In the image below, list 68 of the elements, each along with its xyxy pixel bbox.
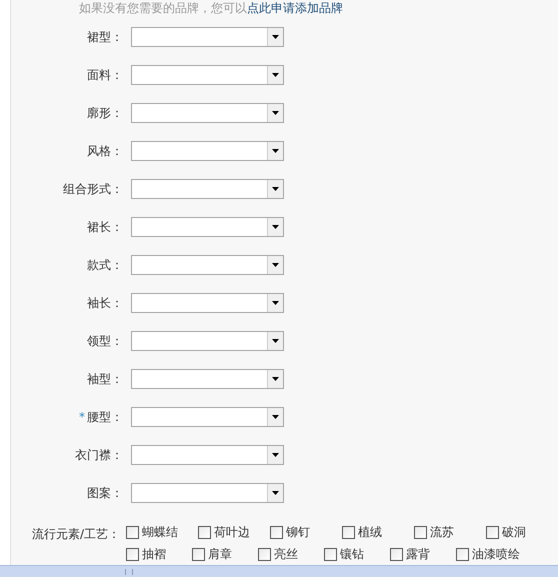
field-label: 面料：: [87, 67, 123, 84]
checkbox[interactable]: [342, 526, 355, 538]
trends-label: 流行元素/工艺：: [32, 526, 120, 543]
checkbox-label: 亮丝: [274, 546, 298, 563]
horizontal-scrollbar[interactable]: [0, 565, 558, 577]
select-field[interactable]: [131, 369, 284, 389]
select-field[interactable]: [131, 103, 284, 123]
select-field[interactable]: [131, 293, 284, 313]
select-field[interactable]: [131, 483, 284, 503]
field-label: 组合形式：: [63, 181, 123, 198]
checkbox-label: 抽褶: [142, 546, 166, 563]
field-label: 裙型：: [87, 29, 123, 46]
dropdown-icon: [267, 370, 283, 388]
dropdown-icon: [267, 28, 283, 46]
field-label: 衣门襟：: [75, 447, 123, 464]
checkbox-label: 蝴蝶结: [142, 524, 178, 541]
field-label: 腰型：: [87, 409, 123, 426]
checkbox-label: 破洞: [502, 524, 526, 541]
checkbox-label: 植绒: [358, 524, 382, 541]
dropdown-icon: [267, 218, 283, 236]
checkbox[interactable]: [126, 526, 139, 538]
hint-text: 如果没有您需要的品牌，您可以点此申请添加品牌: [79, 1, 343, 15]
dropdown-icon: [267, 66, 283, 84]
dropdown-icon: [267, 294, 283, 312]
select-field[interactable]: [131, 65, 284, 85]
select-field[interactable]: [131, 27, 284, 47]
select-field[interactable]: [131, 255, 284, 275]
checkbox-label: 铆钉: [286, 524, 310, 541]
checkbox[interactable]: [198, 526, 211, 538]
dropdown-icon: [267, 332, 283, 350]
field-label: 款式：: [87, 257, 123, 274]
dropdown-icon: [267, 446, 283, 464]
checkbox[interactable]: [126, 548, 139, 560]
select-field[interactable]: [131, 217, 284, 237]
checkbox-label: 荷叶边: [214, 524, 250, 541]
checkbox-label: 露背: [406, 546, 430, 563]
required-mark: *: [79, 409, 85, 426]
field-label: 图案：: [87, 485, 123, 502]
select-field[interactable]: [131, 407, 284, 427]
checkbox-label: 流苏: [430, 524, 454, 541]
field-label: 风格：: [87, 143, 123, 160]
dropdown-icon: [267, 180, 283, 198]
select-field[interactable]: [131, 331, 284, 351]
checkbox[interactable]: [414, 526, 427, 538]
checkbox[interactable]: [258, 548, 271, 560]
checkbox[interactable]: [486, 526, 499, 538]
checkbox-label: 肩章: [208, 546, 232, 563]
select-field[interactable]: [131, 179, 284, 199]
dropdown-icon: [267, 104, 283, 122]
field-label: 袖型：: [87, 371, 123, 388]
field-label: 领型：: [87, 333, 123, 350]
field-label: 裙长：: [87, 219, 123, 236]
dropdown-icon: [267, 484, 283, 502]
select-field[interactable]: [131, 445, 284, 465]
select-field[interactable]: [131, 141, 284, 161]
checkbox[interactable]: [324, 548, 337, 560]
checkbox[interactable]: [192, 548, 205, 560]
dropdown-icon: [267, 408, 283, 426]
apply-brand-link[interactable]: 点此申请添加品牌: [247, 1, 343, 15]
field-label: 廓形：: [87, 105, 123, 122]
checkbox[interactable]: [456, 548, 469, 560]
checkbox[interactable]: [390, 548, 403, 560]
field-label: 袖长：: [87, 295, 123, 312]
dropdown-icon: [267, 142, 283, 160]
checkbox-label: 油漆喷绘: [472, 546, 520, 563]
dropdown-icon: [267, 256, 283, 274]
checkbox-label: 镶钻: [340, 546, 364, 563]
checkbox[interactable]: [270, 526, 283, 538]
